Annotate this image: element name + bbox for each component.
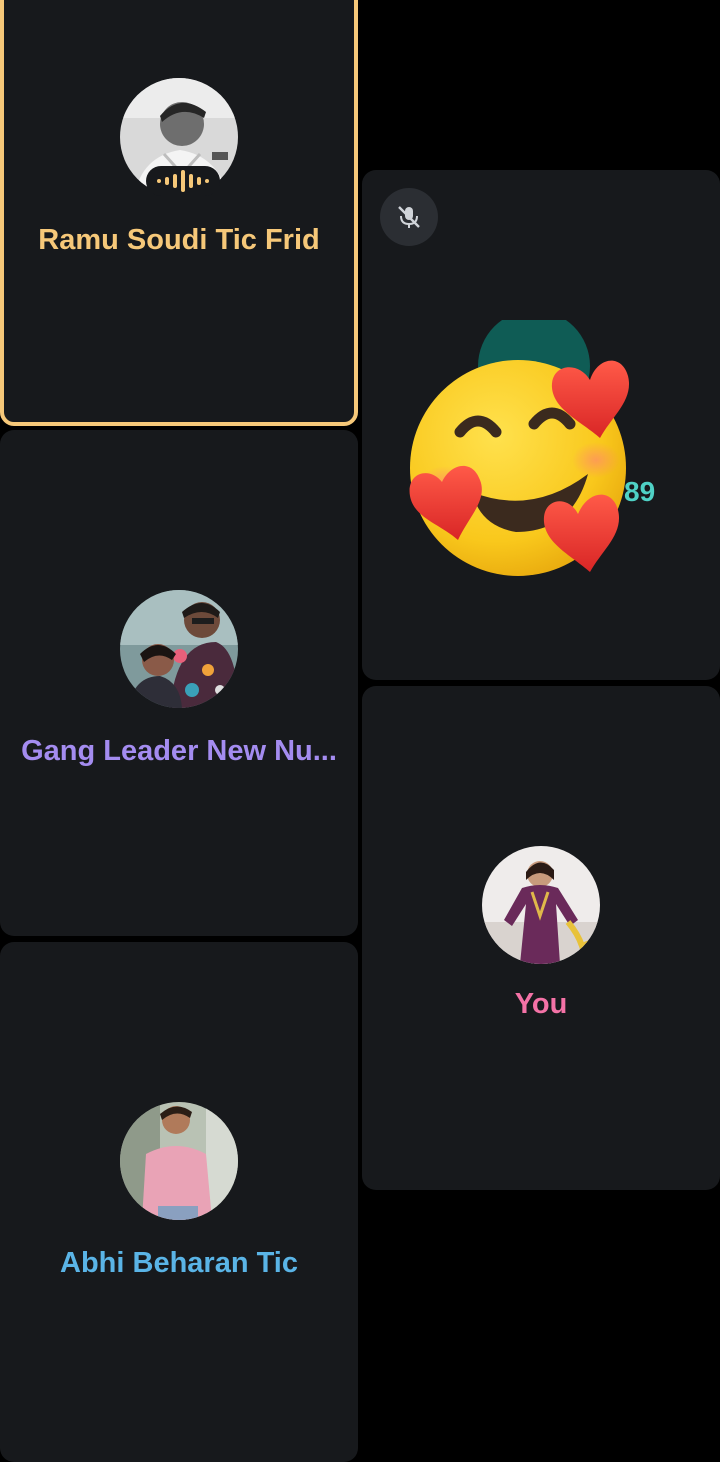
participant-name: Ramu Soudi Tic Frid xyxy=(38,224,320,256)
participant-name: You xyxy=(514,988,568,1020)
mic-off-icon[interactable] xyxy=(380,188,438,246)
participant-tile-reaction[interactable]: 89 xyxy=(362,170,720,680)
speaking-indicator-icon xyxy=(146,166,220,196)
participant-tile-you[interactable]: You xyxy=(362,686,720,1190)
participant-avatar-abhi xyxy=(120,1102,238,1220)
participant-name: Gang Leader New Nu... xyxy=(21,735,337,767)
participant-tile-abhi[interactable]: Abhi Beharan Tic xyxy=(0,942,358,1462)
participant-tile-ramu[interactable]: Ramu Soudi Tic Frid xyxy=(0,0,358,426)
participant-avatar-you xyxy=(482,846,600,964)
participant-avatar-gang-leader xyxy=(120,590,238,708)
smiling-face-with-hearts-emoji-icon xyxy=(402,310,642,590)
participant-name: Abhi Beharan Tic xyxy=(60,1247,298,1279)
participant-tile-gang-leader[interactable]: Gang Leader New Nu... xyxy=(0,430,358,936)
